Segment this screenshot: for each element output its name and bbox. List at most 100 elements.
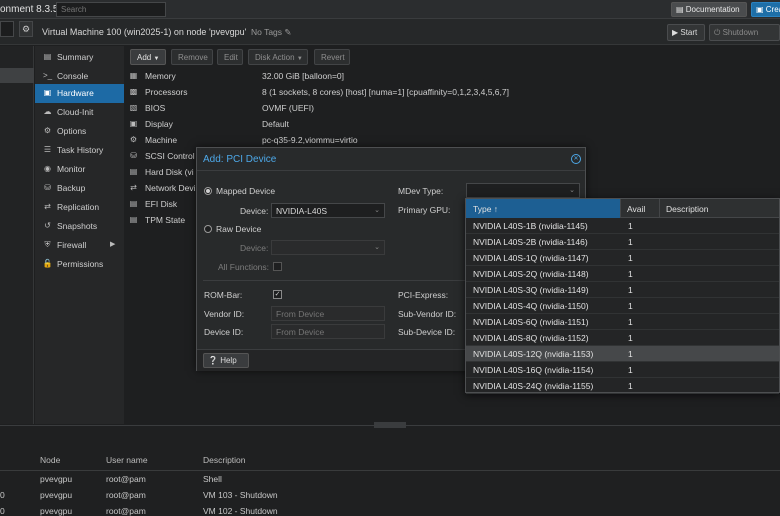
hw-row-machine[interactable]: ⚙ Machine pc-q35-9.2,viommu=virtio (124, 132, 780, 148)
nav-item-firewall[interactable]: ⛨ Firewall ▶ (35, 236, 124, 255)
task-row-lead: 0 (0, 506, 5, 516)
nav-item-options[interactable]: ⚙ Options (35, 122, 124, 141)
hw-row-bios[interactable]: ▧ BIOS OVMF (UEFI) (124, 100, 780, 116)
power-icon: ⏻ (714, 28, 723, 37)
primary-gpu-label: Primary GPU: (398, 205, 451, 215)
vm-nav: ▤ Summary >_ Console ▣ Hardware ☁ Cloud-Init… (35, 46, 124, 424)
all-functions-checkbox[interactable] (273, 262, 282, 271)
sub-vendor-id-label: Sub-Vendor ID: (398, 309, 457, 319)
mdev-row[interactable]: NVIDIA L40S-3Q (nvidia-1149) 1 (466, 282, 779, 298)
shutdown-button[interactable]: ⏻ Shutdown (709, 24, 780, 41)
console-icon: >_ (42, 71, 53, 80)
col-user[interactable]: User name (106, 455, 148, 465)
task-row-description[interactable]: VM 102 - Shutdown (203, 506, 278, 516)
mdev-row[interactable]: NVIDIA L40S-1B (nvidia-1145) 1 (466, 218, 779, 234)
history-icon: ↺ (44, 221, 51, 230)
task-row-node[interactable]: pvevgpu (40, 506, 72, 516)
chevron-down-icon: ⌄ (374, 244, 380, 251)
nav-item-task-history[interactable]: ☰ Task History (35, 141, 124, 160)
col-description-label[interactable]: Description (666, 204, 709, 214)
app-title: onment 8.3.5 (0, 4, 59, 15)
task-row-user[interactable]: root@pam (106, 474, 146, 484)
revert-button[interactable]: Revert (314, 49, 350, 65)
view-selector[interactable] (0, 21, 14, 37)
mdev-row[interactable]: NVIDIA L40S-2Q (nvidia-1148) 1 (466, 266, 779, 282)
task-row-node[interactable]: pvevgpu (40, 474, 72, 484)
hdd-icon: ▤ (129, 215, 138, 224)
remove-button[interactable]: Remove (171, 49, 213, 65)
hw-row-display[interactable]: ▣ Display Default (124, 116, 780, 132)
hw-row-processors[interactable]: ▩ Processors 8 (1 sockets, 8 cores) [host]… (124, 84, 780, 100)
book-icon: ▤ (676, 5, 686, 14)
nav-item-hardware[interactable]: ▣ Hardware (35, 84, 124, 103)
nav-item-replication[interactable]: ⇄ Replication (35, 198, 124, 217)
chevron-down-icon: ▼ (296, 56, 303, 62)
nav-item-cloud-init[interactable]: ☁ Cloud-Init (35, 103, 124, 122)
microchip-icon: ▧ (129, 103, 138, 112)
raw-device-radio[interactable] (204, 225, 212, 233)
mapped-device-select[interactable]: NVIDIA-L40S ⌄ (271, 203, 385, 218)
mdev-type-label: MDev Type: (398, 186, 444, 196)
task-row-description[interactable]: VM 103 - Shutdown (203, 490, 278, 500)
nav-item-summary[interactable]: ▤ Summary (35, 48, 124, 67)
mdev-row[interactable]: NVIDIA L40S-2B (nvidia-1146) 1 (466, 234, 779, 250)
memory-icon: ▦ (129, 71, 138, 80)
rom-bar-checkbox[interactable]: ✓ (273, 290, 282, 299)
device-id-label: Device ID: (204, 327, 244, 337)
gear-icon: ⚙ (43, 126, 52, 135)
mdev-row[interactable]: NVIDIA L40S-16Q (nvidia-1154) 1 (466, 362, 779, 378)
cpu-icon: ▩ (129, 87, 138, 96)
add-button[interactable]: Add ▼ (130, 49, 166, 65)
disk-action-button[interactable]: Disk Action ▼ (248, 49, 308, 65)
column-divider[interactable] (659, 199, 660, 218)
all-functions-label: All Functions: (218, 262, 270, 272)
cogs-icon: ⚙ (129, 135, 138, 144)
chevron-down-icon: ▼ (153, 56, 160, 62)
tree-selected-node[interactable] (0, 68, 34, 83)
nav-item-monitor[interactable]: ◉ Monitor (35, 160, 124, 179)
vendor-id-input[interactable] (271, 306, 385, 321)
panel-splitter[interactable] (374, 422, 406, 428)
summary-icon: ▤ (43, 52, 52, 61)
col-description[interactable]: Description (203, 455, 246, 465)
help-button[interactable]: ❔ Help (203, 353, 249, 368)
cloud-icon: ☁ (43, 107, 52, 116)
start-button[interactable]: ▶ Start (667, 24, 705, 41)
sub-device-id-label: Sub-Device ID: (398, 327, 456, 337)
col-type-label: Type ↑ (473, 204, 499, 214)
mdev-row[interactable]: NVIDIA L40S-8Q (nvidia-1152) 1 (466, 330, 779, 346)
desktop-icon: ▣ (129, 119, 138, 128)
documentation-button[interactable]: ▤ Documentation (671, 2, 747, 17)
task-row-user[interactable]: root@pam (106, 506, 146, 516)
task-row-lead: 0 (0, 490, 5, 500)
task-row-description[interactable]: Shell (203, 474, 222, 484)
raw-device-label: Raw Device (216, 224, 262, 234)
mdev-row[interactable]: NVIDIA L40S-4Q (nvidia-1150) 1 (466, 298, 779, 314)
database-icon: ⛁ (130, 151, 137, 160)
dialog-title: Add: PCI Device (203, 154, 277, 165)
tags-editor[interactable]: No Tags ✎ (251, 27, 292, 38)
hw-row-memory[interactable]: ▦ Memory 32.00 GiB [balloon=0] (124, 68, 780, 84)
nav-item-permissions[interactable]: 🔓 Permissions (35, 255, 124, 274)
raw-device-select[interactable]: ⌄ (271, 240, 385, 255)
mdev-row-selected[interactable]: NVIDIA L40S-12Q (nvidia-1153) 1 (466, 346, 779, 362)
nav-item-snapshots[interactable]: ↺ Snapshots (35, 217, 124, 236)
edit-button[interactable]: Edit (217, 49, 243, 65)
mdev-type-select[interactable]: ⌄ (466, 183, 580, 198)
col-avail-label[interactable]: Avail (627, 204, 645, 214)
create-vm-button[interactable]: ▣ Crea (751, 2, 780, 17)
col-node[interactable]: Node (40, 455, 60, 465)
nav-item-backup[interactable]: ⛁ Backup (35, 179, 124, 198)
task-row-node[interactable]: pvevgpu (40, 490, 72, 500)
search-input[interactable] (56, 2, 166, 17)
column-divider[interactable] (620, 199, 621, 218)
mapped-device-radio[interactable] (204, 187, 212, 195)
gear-icon[interactable]: ⚙ (19, 21, 33, 37)
mdev-row[interactable]: NVIDIA L40S-6Q (nvidia-1151) 1 (466, 314, 779, 330)
mdev-row[interactable]: NVIDIA L40S-24Q (nvidia-1155) 1 (466, 378, 779, 394)
device-id-input[interactable] (271, 324, 385, 339)
task-row-user[interactable]: root@pam (106, 490, 146, 500)
mdev-row[interactable]: NVIDIA L40S-1Q (nvidia-1147) 1 (466, 250, 779, 266)
close-icon[interactable]: ✕ (571, 154, 581, 164)
raw-device-field-label: Device: (240, 243, 269, 253)
